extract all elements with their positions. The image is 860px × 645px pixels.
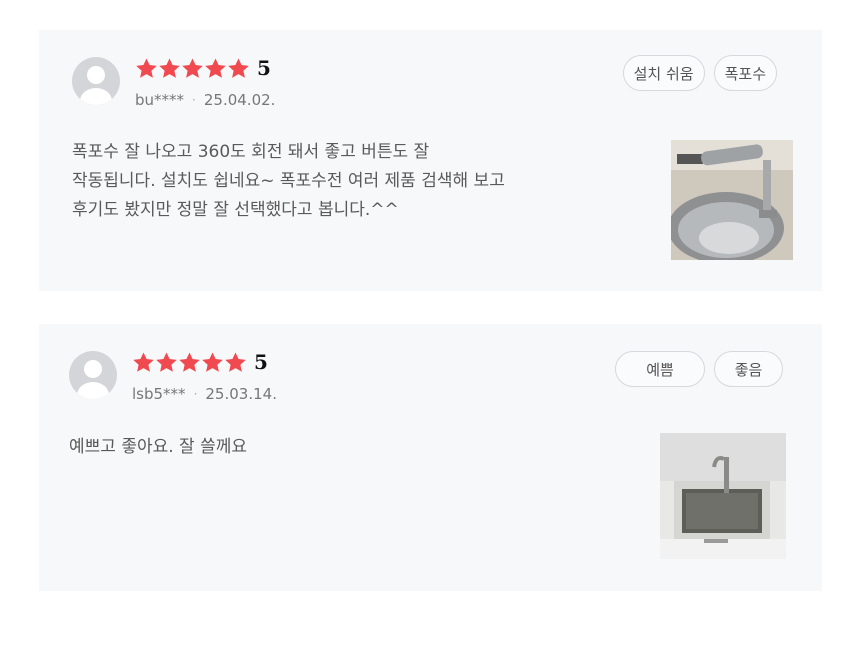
star-icon: [227, 57, 250, 80]
rating-score: 5: [254, 350, 268, 374]
review-date: 25.03.14.: [205, 385, 277, 403]
review-text-line: 후기도 봤지만 정말 잘 선택했다고 봅니다.^^: [72, 200, 399, 220]
separator-dot: ·: [192, 93, 196, 107]
review-tags: 설치 쉬움 폭포수: [614, 55, 777, 91]
review-text: 예쁘고 좋아요. 잘 쓸께요: [69, 433, 247, 462]
review-meta: lsb5*** · 25.03.14.: [132, 385, 277, 403]
review-photo[interactable]: [660, 433, 786, 559]
star-icon: [204, 57, 227, 80]
tag-chip[interactable]: 폭포수: [713, 55, 777, 91]
kitchen-faucet-photo-icon: [671, 140, 793, 260]
star-icon: [178, 351, 201, 374]
star-rating: [132, 351, 247, 374]
sink-photo-icon: [660, 433, 786, 559]
rating: 5: [135, 57, 271, 80]
review-card: 5 lsb5*** · 25.03.14. 예쁨 좋음 예쁘고 좋아요. 잘 쓸…: [39, 324, 822, 591]
star-rating: [135, 57, 250, 80]
reviewer-id: lsb5***: [132, 385, 186, 403]
star-icon: [155, 351, 178, 374]
star-icon: [181, 57, 204, 80]
star-icon: [201, 351, 224, 374]
tag-chip[interactable]: 예쁨: [615, 351, 705, 387]
review-photo[interactable]: [671, 140, 793, 260]
review-text-line: 폭포수 잘 나오고 360도 회전 돼서 좋고 버튼도 잘: [72, 142, 430, 162]
review-date: 25.04.02.: [203, 91, 276, 109]
review-tags: 예쁨 좋음: [606, 351, 783, 387]
review-text: 폭포수 잘 나오고 360도 회전 돼서 좋고 버튼도 잘 작동됩니다. 설치도…: [72, 138, 505, 225]
tag-chip[interactable]: 좋음: [714, 351, 783, 387]
star-icon: [224, 351, 247, 374]
user-avatar-icon: [72, 57, 120, 105]
separator-dot: ·: [193, 387, 198, 401]
reviewer-id: bu****: [135, 91, 185, 109]
review-card: 5 bu**** · 25.04.02. 설치 쉬움 폭포수 폭포수 잘 나오고…: [39, 30, 822, 291]
rating-score: 5: [257, 56, 271, 80]
review-text-line: 예쁘고 좋아요. 잘 쓸께요: [69, 437, 248, 457]
star-icon: [135, 57, 158, 80]
rating: 5: [132, 351, 268, 374]
tag-chip[interactable]: 설치 쉬움: [622, 55, 705, 91]
review-meta: bu**** · 25.04.02.: [135, 91, 275, 109]
star-icon: [132, 351, 155, 374]
review-text-line: 작동됩니다. 설치도 쉽네요~ 폭포수전 여러 제품 검색해 보고: [72, 171, 505, 191]
star-icon: [158, 57, 181, 80]
user-avatar-icon: [69, 351, 117, 399]
